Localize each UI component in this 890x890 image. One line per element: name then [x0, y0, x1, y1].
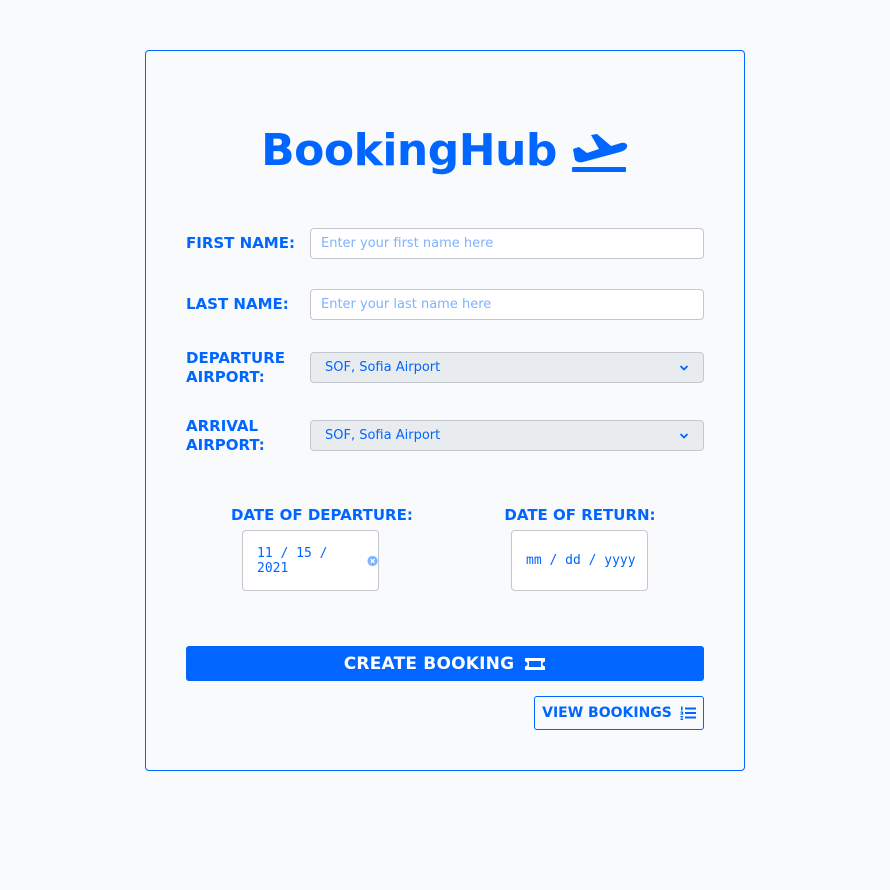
- ordered-list-icon: [680, 706, 696, 720]
- ticket-icon: [525, 657, 546, 670]
- departure-airport-label-line2: AIRPORT:: [186, 368, 265, 386]
- departure-date-input[interactable]: 11 / 15 / 2021: [242, 530, 379, 591]
- departure-airport-label: DEPARTURE AIRPORT:: [186, 349, 304, 387]
- create-booking-label: CREATE BOOKING: [343, 653, 515, 674]
- departure-date-group: DATE OF DEPARTURE:: [231, 506, 413, 525]
- arrival-airport-label-line2: AIRPORT:: [186, 436, 265, 454]
- view-bookings-button[interactable]: VIEW BOOKINGS: [534, 696, 704, 730]
- departure-date-label: DATE OF DEPARTURE:: [231, 506, 413, 524]
- arrival-airport-select[interactable]: SOF, Sofia Airport: [310, 420, 704, 451]
- chevron-down-icon: [679, 432, 689, 439]
- last-name-row: LAST NAME:: [186, 289, 704, 320]
- clear-icon[interactable]: [367, 555, 378, 567]
- departure-airport-select[interactable]: SOF, Sofia Airport: [310, 352, 704, 383]
- plane-departure-icon: [571, 134, 628, 172]
- arrival-airport-selected: SOF, Sofia Airport: [325, 428, 441, 443]
- departure-airport-row: DEPARTURE AIRPORT: SOF, Sofia Airport: [186, 349, 704, 389]
- return-date-input[interactable]: mm / dd / yyyy: [511, 530, 648, 591]
- return-date-group: DATE OF RETURN:: [500, 506, 660, 525]
- departure-airport-label-line1: DEPARTURE: [186, 349, 286, 367]
- brand-header: BookingHub: [146, 125, 744, 177]
- departure-airport-selected: SOF, Sofia Airport: [325, 360, 441, 375]
- booking-card: BookingHub FIRST NAME: LAST NAME: DEPART…: [145, 50, 745, 771]
- first-name-row: FIRST NAME:: [186, 228, 704, 259]
- return-date-label: DATE OF RETURN:: [504, 506, 656, 524]
- return-date-value: mm / dd / yyyy: [526, 553, 636, 568]
- last-name-label: LAST NAME:: [186, 295, 289, 313]
- arrival-airport-row: ARRIVAL AIRPORT: SOF, Sofia Airport: [186, 417, 704, 457]
- view-bookings-label: VIEW BOOKINGS: [542, 705, 672, 721]
- create-booking-button[interactable]: CREATE BOOKING: [186, 646, 704, 681]
- first-name-input[interactable]: [310, 228, 704, 259]
- first-name-label: FIRST NAME:: [186, 234, 295, 252]
- brand-title: BookingHub: [261, 125, 557, 176]
- arrival-airport-label: ARRIVAL AIRPORT:: [186, 417, 304, 455]
- departure-date-value: 11 / 15 / 2021: [257, 545, 328, 576]
- arrival-airport-label-line1: ARRIVAL: [186, 417, 259, 435]
- last-name-input[interactable]: [310, 289, 704, 320]
- chevron-down-icon: [679, 364, 689, 371]
